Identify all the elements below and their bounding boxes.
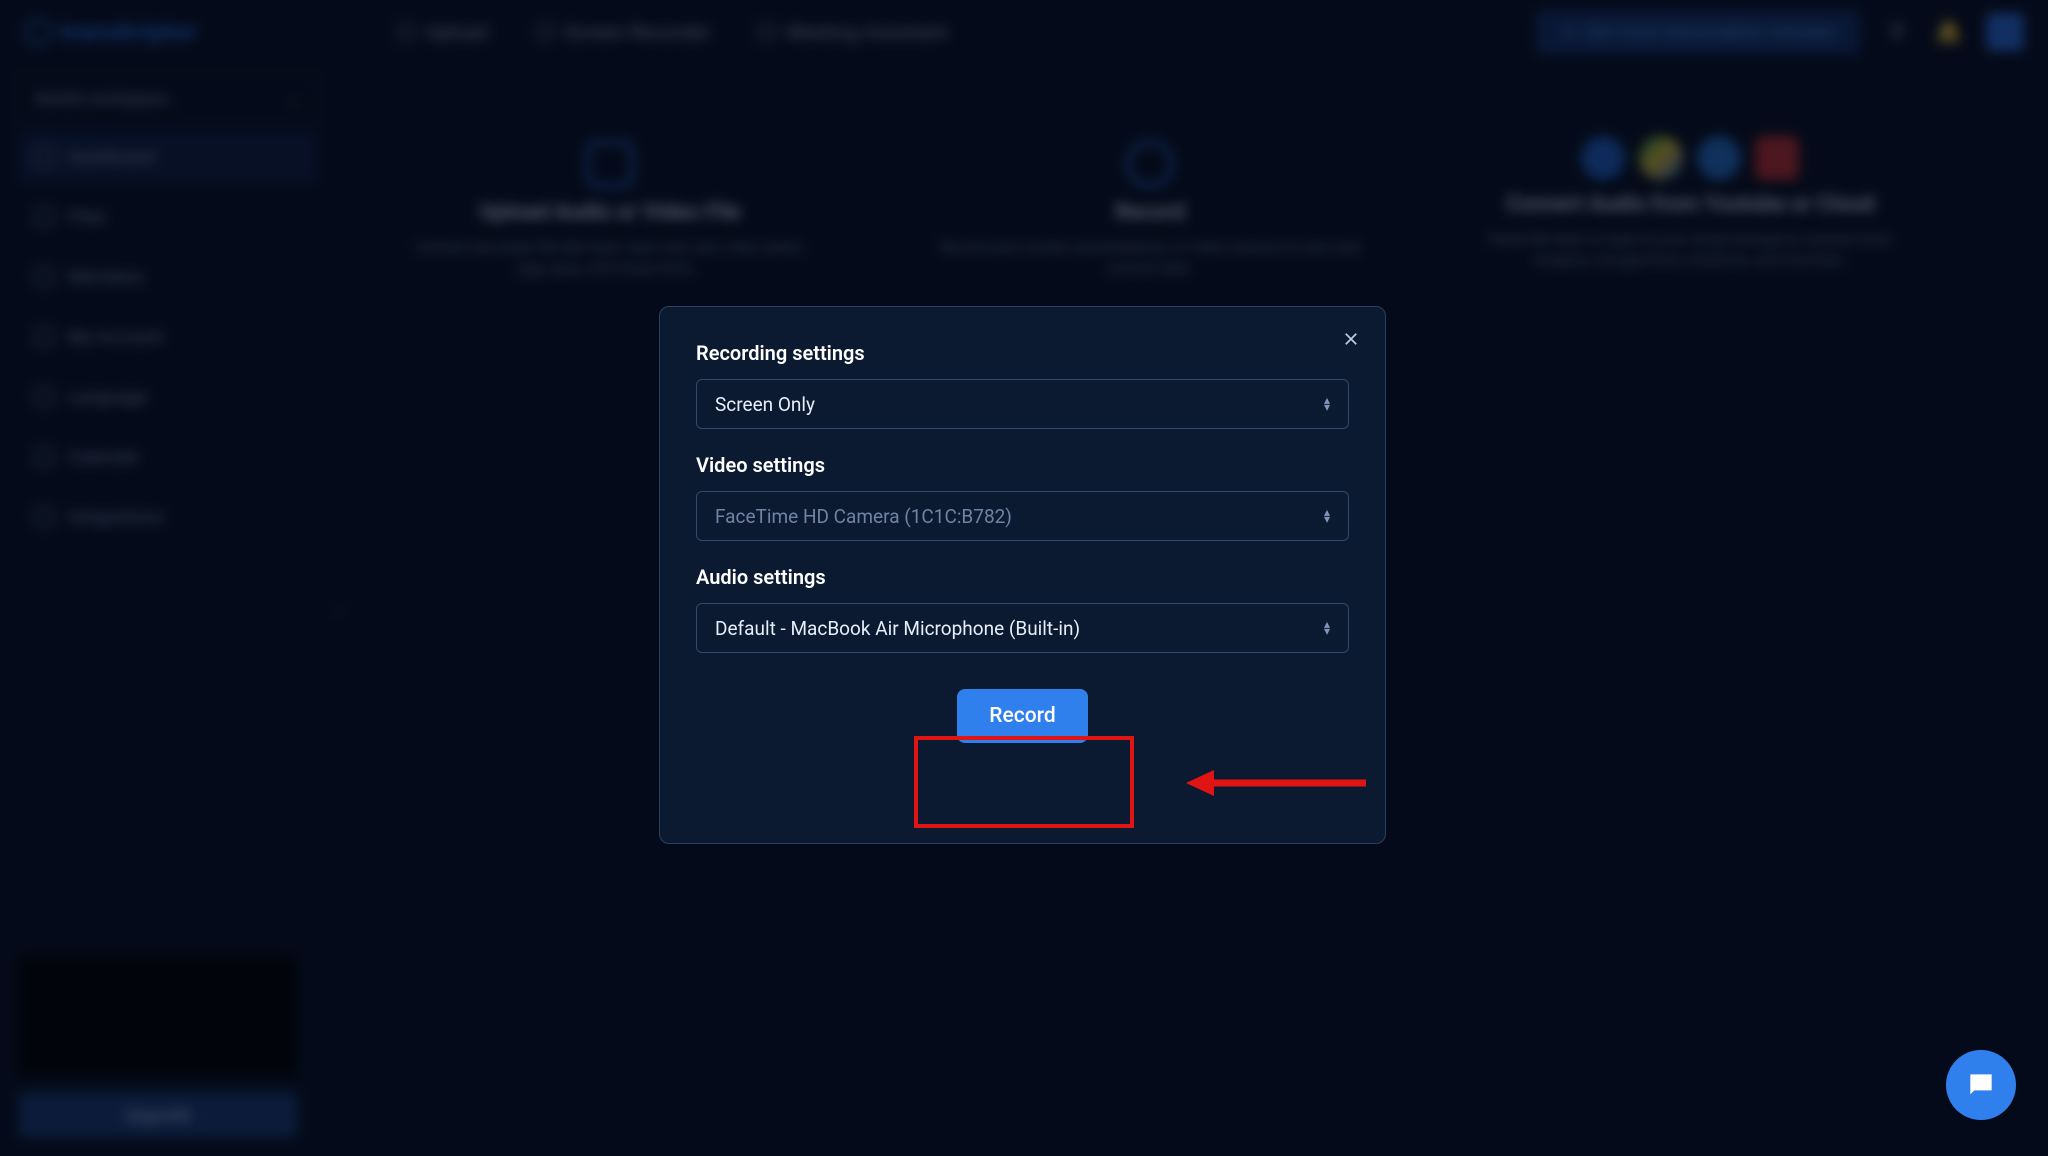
audio-settings-label: Audio settings: [696, 565, 1349, 589]
video-device-select[interactable]: FaceTime HD Camera (1C1C:B782) ▴▾: [696, 491, 1349, 541]
close-button[interactable]: [1339, 327, 1363, 351]
select-arrows-icon: ▴▾: [1324, 509, 1330, 522]
video-device-value: FaceTime HD Camera (1C1C:B782): [715, 505, 1012, 528]
recording-settings-label: Recording settings: [696, 341, 1349, 365]
recording-mode-select[interactable]: Screen Only ▴▾: [696, 379, 1349, 429]
record-button-label: Record: [989, 704, 1055, 728]
chat-support-button[interactable]: [1946, 1050, 2016, 1120]
select-arrows-icon: ▴▾: [1324, 397, 1330, 410]
recording-mode-value: Screen Only: [715, 393, 815, 416]
audio-device-value: Default - MacBook Air Microphone (Built-…: [715, 617, 1080, 640]
record-button[interactable]: Record: [957, 689, 1087, 743]
audio-device-select[interactable]: Default - MacBook Air Microphone (Built-…: [696, 603, 1349, 653]
close-icon: [1342, 330, 1360, 348]
select-arrows-icon: ▴▾: [1324, 621, 1330, 634]
chat-icon: [1965, 1069, 1997, 1101]
video-settings-label: Video settings: [696, 453, 1349, 477]
recording-settings-modal: Recording settings Screen Only ▴▾ Video …: [659, 306, 1386, 844]
